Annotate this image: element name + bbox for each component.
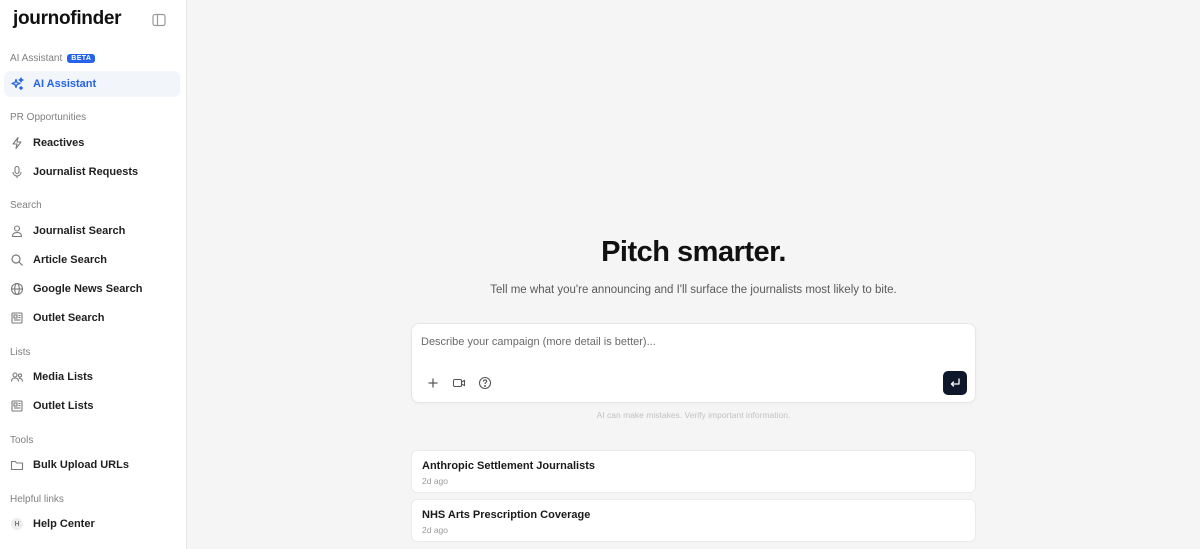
recent-campaign-time: 2d ago xyxy=(422,525,448,535)
section-label-lists: Lists xyxy=(10,347,31,358)
sidebar-item-journalist-search[interactable]: Journalist Search xyxy=(4,218,180,244)
section-label-search: Search xyxy=(10,200,42,211)
section-label-ai-assistant: AI Assistant BETA xyxy=(10,53,96,64)
folder-icon xyxy=(10,458,24,472)
recent-campaign-item[interactable]: Anthropic Settlement Journalists 2d ago xyxy=(411,450,976,493)
sidebar-item-label: Outlet Lists xyxy=(33,400,94,412)
page-subtitle: Tell me what you're announcing and I'll … xyxy=(490,284,897,296)
beta-badge: BETA xyxy=(67,54,96,63)
sidebar-item-outlet-lists[interactable]: Outlet Lists xyxy=(4,393,180,419)
microphone-icon xyxy=(10,165,24,179)
sidebar-item-label: Reactives xyxy=(33,137,85,149)
sidebar-item-article-search[interactable]: Article Search xyxy=(4,247,180,273)
sidebar-item-label: AI Assistant xyxy=(33,78,97,90)
sidebar-item-label: Media Lists xyxy=(33,371,93,383)
sidebar-item-journalist-requests[interactable]: Journalist Requests xyxy=(4,159,180,185)
recent-campaign-time: 2d ago xyxy=(422,476,448,486)
plus-icon[interactable] xyxy=(425,375,441,391)
help-letter-icon: H xyxy=(10,517,24,531)
sidebar-item-label: Journalist Search xyxy=(33,225,126,237)
recent-campaign-title: Anthropic Settlement Journalists xyxy=(422,460,595,472)
campaign-input[interactable] xyxy=(421,333,961,351)
users-icon xyxy=(10,370,24,384)
sidebar-item-google-news-search[interactable]: Google News Search xyxy=(4,276,180,302)
sidebar-item-label: Outlet Search xyxy=(33,312,105,324)
help-circle-icon[interactable] xyxy=(477,375,493,391)
lightning-icon xyxy=(10,136,24,150)
sidebar-item-label: Journalist Requests xyxy=(33,166,139,178)
sparkles-icon xyxy=(10,77,24,91)
sidebar-item-reactives[interactable]: Reactives xyxy=(4,130,180,156)
recent-campaign-item[interactable]: NHS Arts Prescription Coverage 2d ago xyxy=(411,499,976,542)
section-label-pr-opportunities: PR Opportunities xyxy=(10,112,87,123)
ai-disclaimer: AI can make mistakes. Verify important i… xyxy=(596,410,791,420)
sidebar-item-label: Google News Search xyxy=(33,283,143,295)
sidebar-item-media-lists[interactable]: Media Lists xyxy=(4,364,180,390)
sidebar-item-outlet-search[interactable]: Outlet Search xyxy=(4,305,180,331)
video-icon[interactable] xyxy=(451,375,467,391)
section-label-text: AI Assistant xyxy=(10,53,63,64)
page-title: Pitch smarter. xyxy=(601,236,786,268)
person-icon xyxy=(10,224,24,238)
sidebar-item-label: Bulk Upload URLs xyxy=(33,459,129,471)
sidebar-item-label: Help Center xyxy=(33,518,95,530)
sidebar: journofinder AI Assistant BETA AI Assist… xyxy=(0,0,187,549)
globe-icon xyxy=(10,282,24,296)
sidebar-item-bulk-upload-urls[interactable]: Bulk Upload URLs xyxy=(4,452,180,478)
sidebar-item-ai-assistant[interactable]: AI Assistant xyxy=(4,71,180,97)
recent-campaign-title: NHS Arts Prescription Coverage xyxy=(422,509,591,521)
newspaper-icon xyxy=(10,399,24,413)
section-label-helpful-links: Helpful links xyxy=(10,494,64,505)
campaign-composer xyxy=(411,323,976,403)
sidebar-item-label: Article Search xyxy=(33,254,107,266)
enter-arrow-icon xyxy=(950,378,960,387)
newspaper-icon xyxy=(10,311,24,325)
sidebar-item-help-center[interactable]: H Help Center xyxy=(4,511,180,537)
send-button[interactable] xyxy=(943,371,967,395)
sidebar-toggle-icon[interactable] xyxy=(151,12,167,28)
search-icon xyxy=(10,253,24,267)
main-content: Pitch smarter. Tell me what you're annou… xyxy=(187,0,1200,549)
section-label-tools: Tools xyxy=(10,435,34,446)
brand-logo[interactable]: journofinder xyxy=(13,8,122,30)
help-letter: H xyxy=(11,518,23,530)
